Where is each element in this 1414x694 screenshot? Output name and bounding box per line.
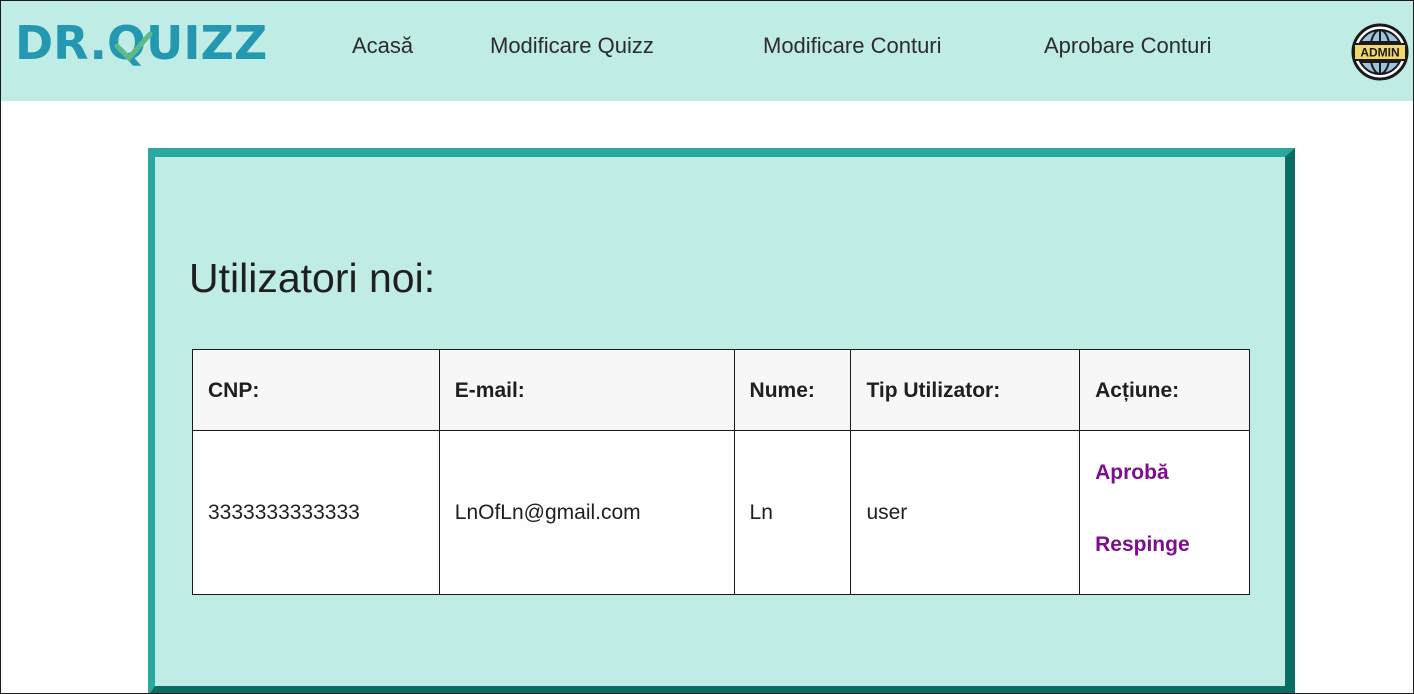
column-header-actiune: Acțiune: xyxy=(1079,349,1250,431)
admin-avatar-icon[interactable]: ADMIN xyxy=(1351,11,1409,93)
cell-tip-utilizator: user xyxy=(850,430,1081,595)
column-header-email: E-mail: xyxy=(438,349,735,431)
table-header-row: CNP: E-mail: Nume: Tip Utilizator: Acțiu… xyxy=(192,349,1250,431)
column-header-cnp: CNP: xyxy=(192,349,440,431)
table-row: 3333333333333 LnOfLn@gmail.com Ln user A… xyxy=(192,430,1250,595)
nav-link-acasa[interactable]: Acasă xyxy=(352,33,413,59)
nav-link-modificare-conturi[interactable]: Modificare Conturi xyxy=(763,33,942,59)
cell-cnp: 3333333333333 xyxy=(192,430,440,595)
nav-link-modificare-quizz[interactable]: Modificare Quizz xyxy=(490,33,654,59)
logo-q: Q xyxy=(107,16,153,70)
nav-link-aprobare-conturi[interactable]: Aprobare Conturi xyxy=(1044,33,1212,59)
new-users-table: CNP: E-mail: Nume: Tip Utilizator: Acțiu… xyxy=(192,349,1250,595)
cell-actiune: Aprobă Respinge xyxy=(1079,430,1250,595)
approve-link[interactable]: Aprobă xyxy=(1095,461,1249,485)
reject-link[interactable]: Respinge xyxy=(1095,533,1249,557)
cell-email: LnOfLn@gmail.com xyxy=(438,430,735,595)
cell-nume: Ln xyxy=(733,430,852,595)
logo-suffix: UIZZ xyxy=(146,16,268,70)
column-header-nume: Nume: xyxy=(733,349,852,431)
new-users-card: Utilizatori noi: CNP: E-mail: Nume: Tip … xyxy=(148,148,1295,693)
avatar-label: ADMIN xyxy=(1360,46,1399,60)
logo[interactable]: DR. Q UIZZ xyxy=(15,13,267,73)
logo-prefix: DR. xyxy=(15,16,107,70)
check-icon xyxy=(114,31,153,61)
top-navbar: DR. Q UIZZ Acasă Modificare Quizz Modifica… xyxy=(1,1,1413,101)
column-header-tip-utilizator: Tip Utilizator: xyxy=(850,349,1081,431)
page-title: Utilizatori noi: xyxy=(189,255,436,301)
page: DR. Q UIZZ Acasă Modificare Quizz Modifica… xyxy=(0,0,1414,694)
